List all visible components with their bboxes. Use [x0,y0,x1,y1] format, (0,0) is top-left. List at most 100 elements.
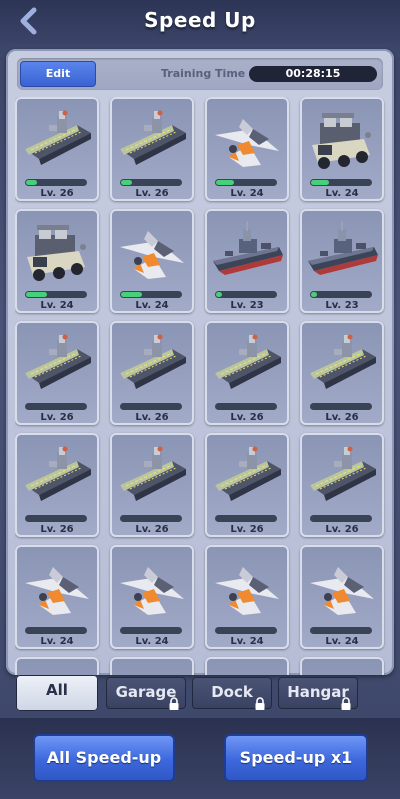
page-title: Speed Up [144,8,256,32]
unit-grid: Lv. 26 Lv. 26 Lv. 24 Lv. 24 Lv. 24 Lv. 2… [15,97,387,675]
unit-level: Lv. 26 [40,188,74,199]
truck-icon [27,225,86,281]
unit-card-carrier[interactable]: Lv. 26 [15,321,99,425]
unit-card-carrier[interactable]: Lv. 26 [300,321,384,425]
tab-label: All [46,681,68,699]
unit-card-carrier[interactable]: Lv. 26 [110,433,194,537]
progress-bar [25,179,87,186]
progress-bar [25,291,87,298]
carrier-icon [25,446,91,501]
unit-level: Lv. 24 [325,636,359,647]
unit-card-jet[interactable]: Lv. 24 [110,545,194,649]
unit-level: Lv. 24 [230,188,264,199]
unit-card-truck[interactable]: Lv. 24 [300,97,384,201]
unit-card-partial[interactable] [205,657,289,675]
carrier-icon [310,334,376,389]
unit-card-jet[interactable]: Lv. 24 [110,209,194,313]
progress-bar [215,403,277,410]
progress-bar [120,403,182,410]
unit-level: Lv. 26 [135,524,169,535]
progress-bar [310,403,372,410]
unit-level: Lv. 24 [325,188,359,199]
unit-level: Lv. 26 [325,524,359,535]
progress-fill [216,292,222,297]
unit-level: Lv. 23 [230,300,264,311]
unit-card-truck[interactable]: Lv. 24 [15,209,99,313]
unit-level: Lv. 23 [325,300,359,311]
jet-icon [310,567,374,615]
tab-garage[interactable]: Garage [106,677,186,710]
progress-fill [121,180,132,185]
destroyer-icon [213,221,283,275]
progress-bar [215,179,277,186]
carrier-icon [120,446,186,501]
progress-fill [311,180,329,185]
unit-card-destroyer[interactable]: Lv. 23 [300,209,384,313]
training-time-value: 00:28:15 [249,66,377,82]
unit-level: Lv. 26 [325,412,359,423]
progress-bar [310,291,372,298]
progress-fill [216,180,234,185]
progress-bar [310,515,372,522]
unit-card-jet[interactable]: Lv. 24 [205,97,289,201]
unit-card-destroyer[interactable]: Lv. 23 [205,209,289,313]
speedup-x1-button[interactable]: Speed-up x1 [224,734,368,782]
unit-card-carrier[interactable]: Lv. 26 [15,97,99,201]
unit-level: Lv. 26 [40,412,74,423]
carrier-icon [25,110,91,165]
training-time-label: Training Time [161,67,246,80]
lock-icon [169,697,179,710]
progress-bar [25,515,87,522]
progress-bar [310,179,372,186]
unit-level: Lv. 24 [40,300,74,311]
unit-card-jet[interactable]: Lv. 24 [300,545,384,649]
tab-label: Dock [211,683,253,701]
jet-icon [25,567,89,615]
jet-icon [120,567,184,615]
unit-card-carrier[interactable]: Lv. 26 [300,433,384,537]
progress-fill [121,292,142,297]
progress-bar [120,515,182,522]
unit-level: Lv. 26 [230,412,264,423]
lock-icon [341,697,351,710]
units-panel: Edit Training Time 00:28:15 Lv. 26 Lv. 2… [6,49,394,675]
unit-card-jet[interactable]: Lv. 24 [205,545,289,649]
tab-hangar[interactable]: Hangar [278,677,358,710]
progress-bar [310,627,372,634]
progress-bar [25,627,87,634]
unit-level: Lv. 24 [230,636,264,647]
progress-bar [25,403,87,410]
unit-level: Lv. 24 [135,300,169,311]
jet-icon [215,567,279,615]
unit-level: Lv. 26 [40,524,74,535]
carrier-icon [120,110,186,165]
unit-card-partial[interactable] [15,657,99,675]
unit-card-carrier[interactable]: Lv. 26 [110,321,194,425]
tab-all[interactable]: All [16,675,98,711]
unit-level: Lv. 26 [135,412,169,423]
progress-bar [215,291,277,298]
unit-level: Lv. 26 [135,188,169,199]
unit-card-carrier[interactable]: Lv. 26 [15,433,99,537]
unit-card-jet[interactable]: Lv. 24 [15,545,99,649]
unit-card-partial[interactable] [300,657,384,675]
carrier-icon [120,334,186,389]
header-bar: Speed Up [0,0,400,44]
tab-dock[interactable]: Dock [192,677,272,710]
progress-fill [311,292,317,297]
progress-bar [120,627,182,634]
progress-fill [26,180,37,185]
all-speedup-button[interactable]: All Speed-up [33,734,175,782]
edit-button[interactable]: Edit [20,61,96,87]
unit-card-carrier[interactable]: Lv. 26 [205,433,289,537]
carrier-icon [215,446,281,501]
unit-level: Lv. 24 [135,636,169,647]
progress-bar [215,627,277,634]
unit-card-carrier[interactable]: Lv. 26 [110,97,194,201]
unit-card-partial[interactable] [110,657,194,675]
unit-card-carrier[interactable]: Lv. 26 [205,321,289,425]
footer-bar: All Speed-up Speed-up x1 [0,718,400,799]
progress-bar [120,179,182,186]
unit-level: Lv. 26 [230,524,264,535]
progress-bar [215,515,277,522]
